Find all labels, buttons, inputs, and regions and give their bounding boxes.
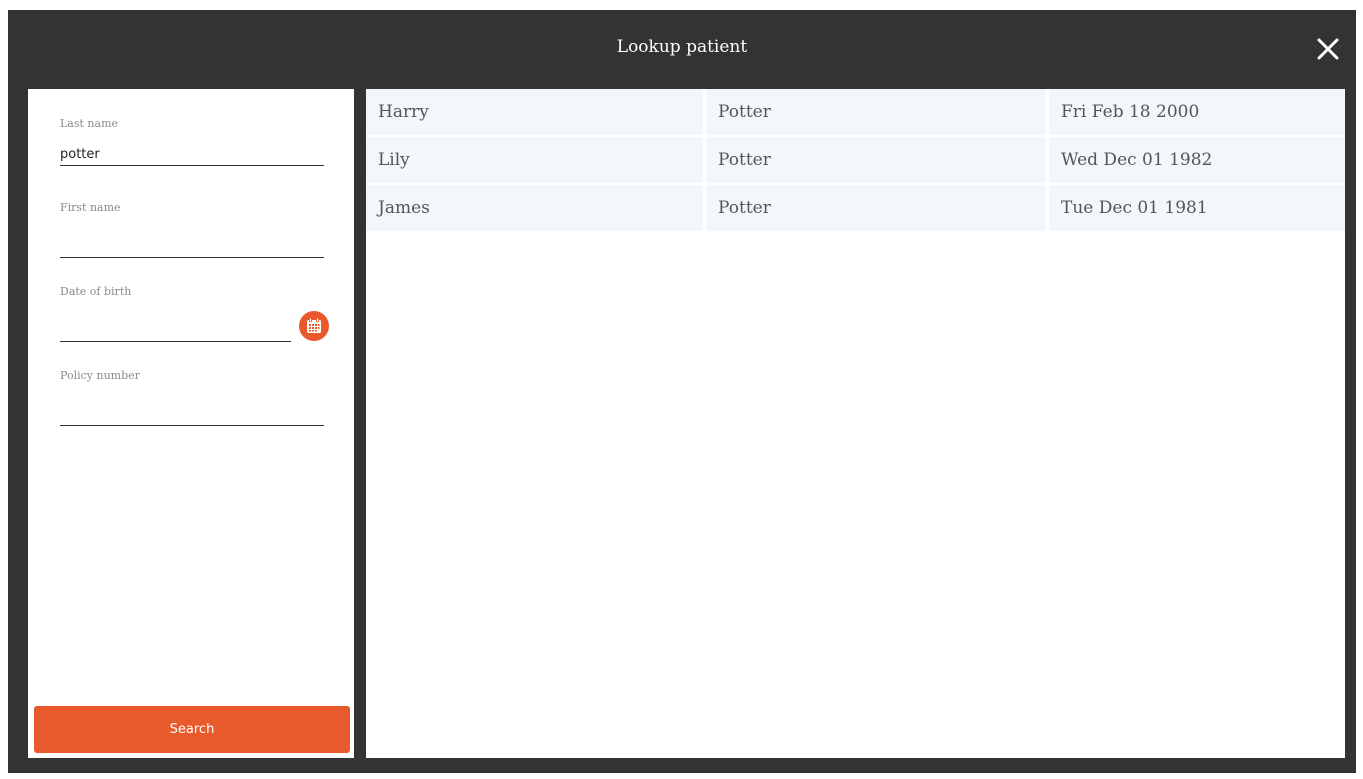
dialog-header: Lookup patient xyxy=(8,10,1356,88)
first-name-input[interactable] xyxy=(60,235,324,258)
results-panel: Harry Potter Fri Feb 18 2000 Lily Potter… xyxy=(366,89,1345,758)
last-name-cell[interactable]: Potter xyxy=(706,137,1049,185)
first-name-cell[interactable]: James xyxy=(366,185,706,233)
date-of-birth-input[interactable] xyxy=(60,319,291,342)
calendar-icon xyxy=(307,317,321,333)
search-panel: Last name First name Date of birth xyxy=(28,89,354,758)
first-name-label: First name xyxy=(60,201,121,214)
table-row[interactable]: Harry Potter Fri Feb 18 2000 xyxy=(366,89,1345,137)
last-name-label: Last name xyxy=(60,117,119,130)
first-name-cell[interactable]: Lily xyxy=(366,137,706,185)
last-name-cell[interactable]: Potter xyxy=(706,89,1049,137)
dialog-title: Lookup patient xyxy=(616,37,748,57)
date-of-birth-label: Date of birth xyxy=(60,285,132,298)
table-row[interactable]: James Potter Tue Dec 01 1981 xyxy=(366,185,1345,233)
last-name-input[interactable] xyxy=(60,143,324,166)
date-of-birth-cell[interactable]: Wed Dec 01 1982 xyxy=(1049,137,1345,185)
table-row[interactable]: Lily Potter Wed Dec 01 1982 xyxy=(366,137,1345,185)
date-of-birth-cell[interactable]: Tue Dec 01 1981 xyxy=(1049,185,1345,233)
search-button[interactable]: Search xyxy=(34,706,350,753)
date-of-birth-cell[interactable]: Fri Feb 18 2000 xyxy=(1049,89,1345,137)
close-button[interactable] xyxy=(1311,32,1345,66)
last-name-cell[interactable]: Potter xyxy=(706,185,1049,233)
first-name-cell[interactable]: Harry xyxy=(366,89,706,137)
policy-number-input[interactable] xyxy=(60,403,324,426)
close-icon xyxy=(1317,38,1339,60)
lookup-patient-dialog: Lookup patient Last name First name Date… xyxy=(8,10,1356,773)
date-picker-button[interactable] xyxy=(299,311,329,341)
policy-number-label: Policy number xyxy=(60,369,140,382)
results-table: Harry Potter Fri Feb 18 2000 Lily Potter… xyxy=(366,89,1345,233)
